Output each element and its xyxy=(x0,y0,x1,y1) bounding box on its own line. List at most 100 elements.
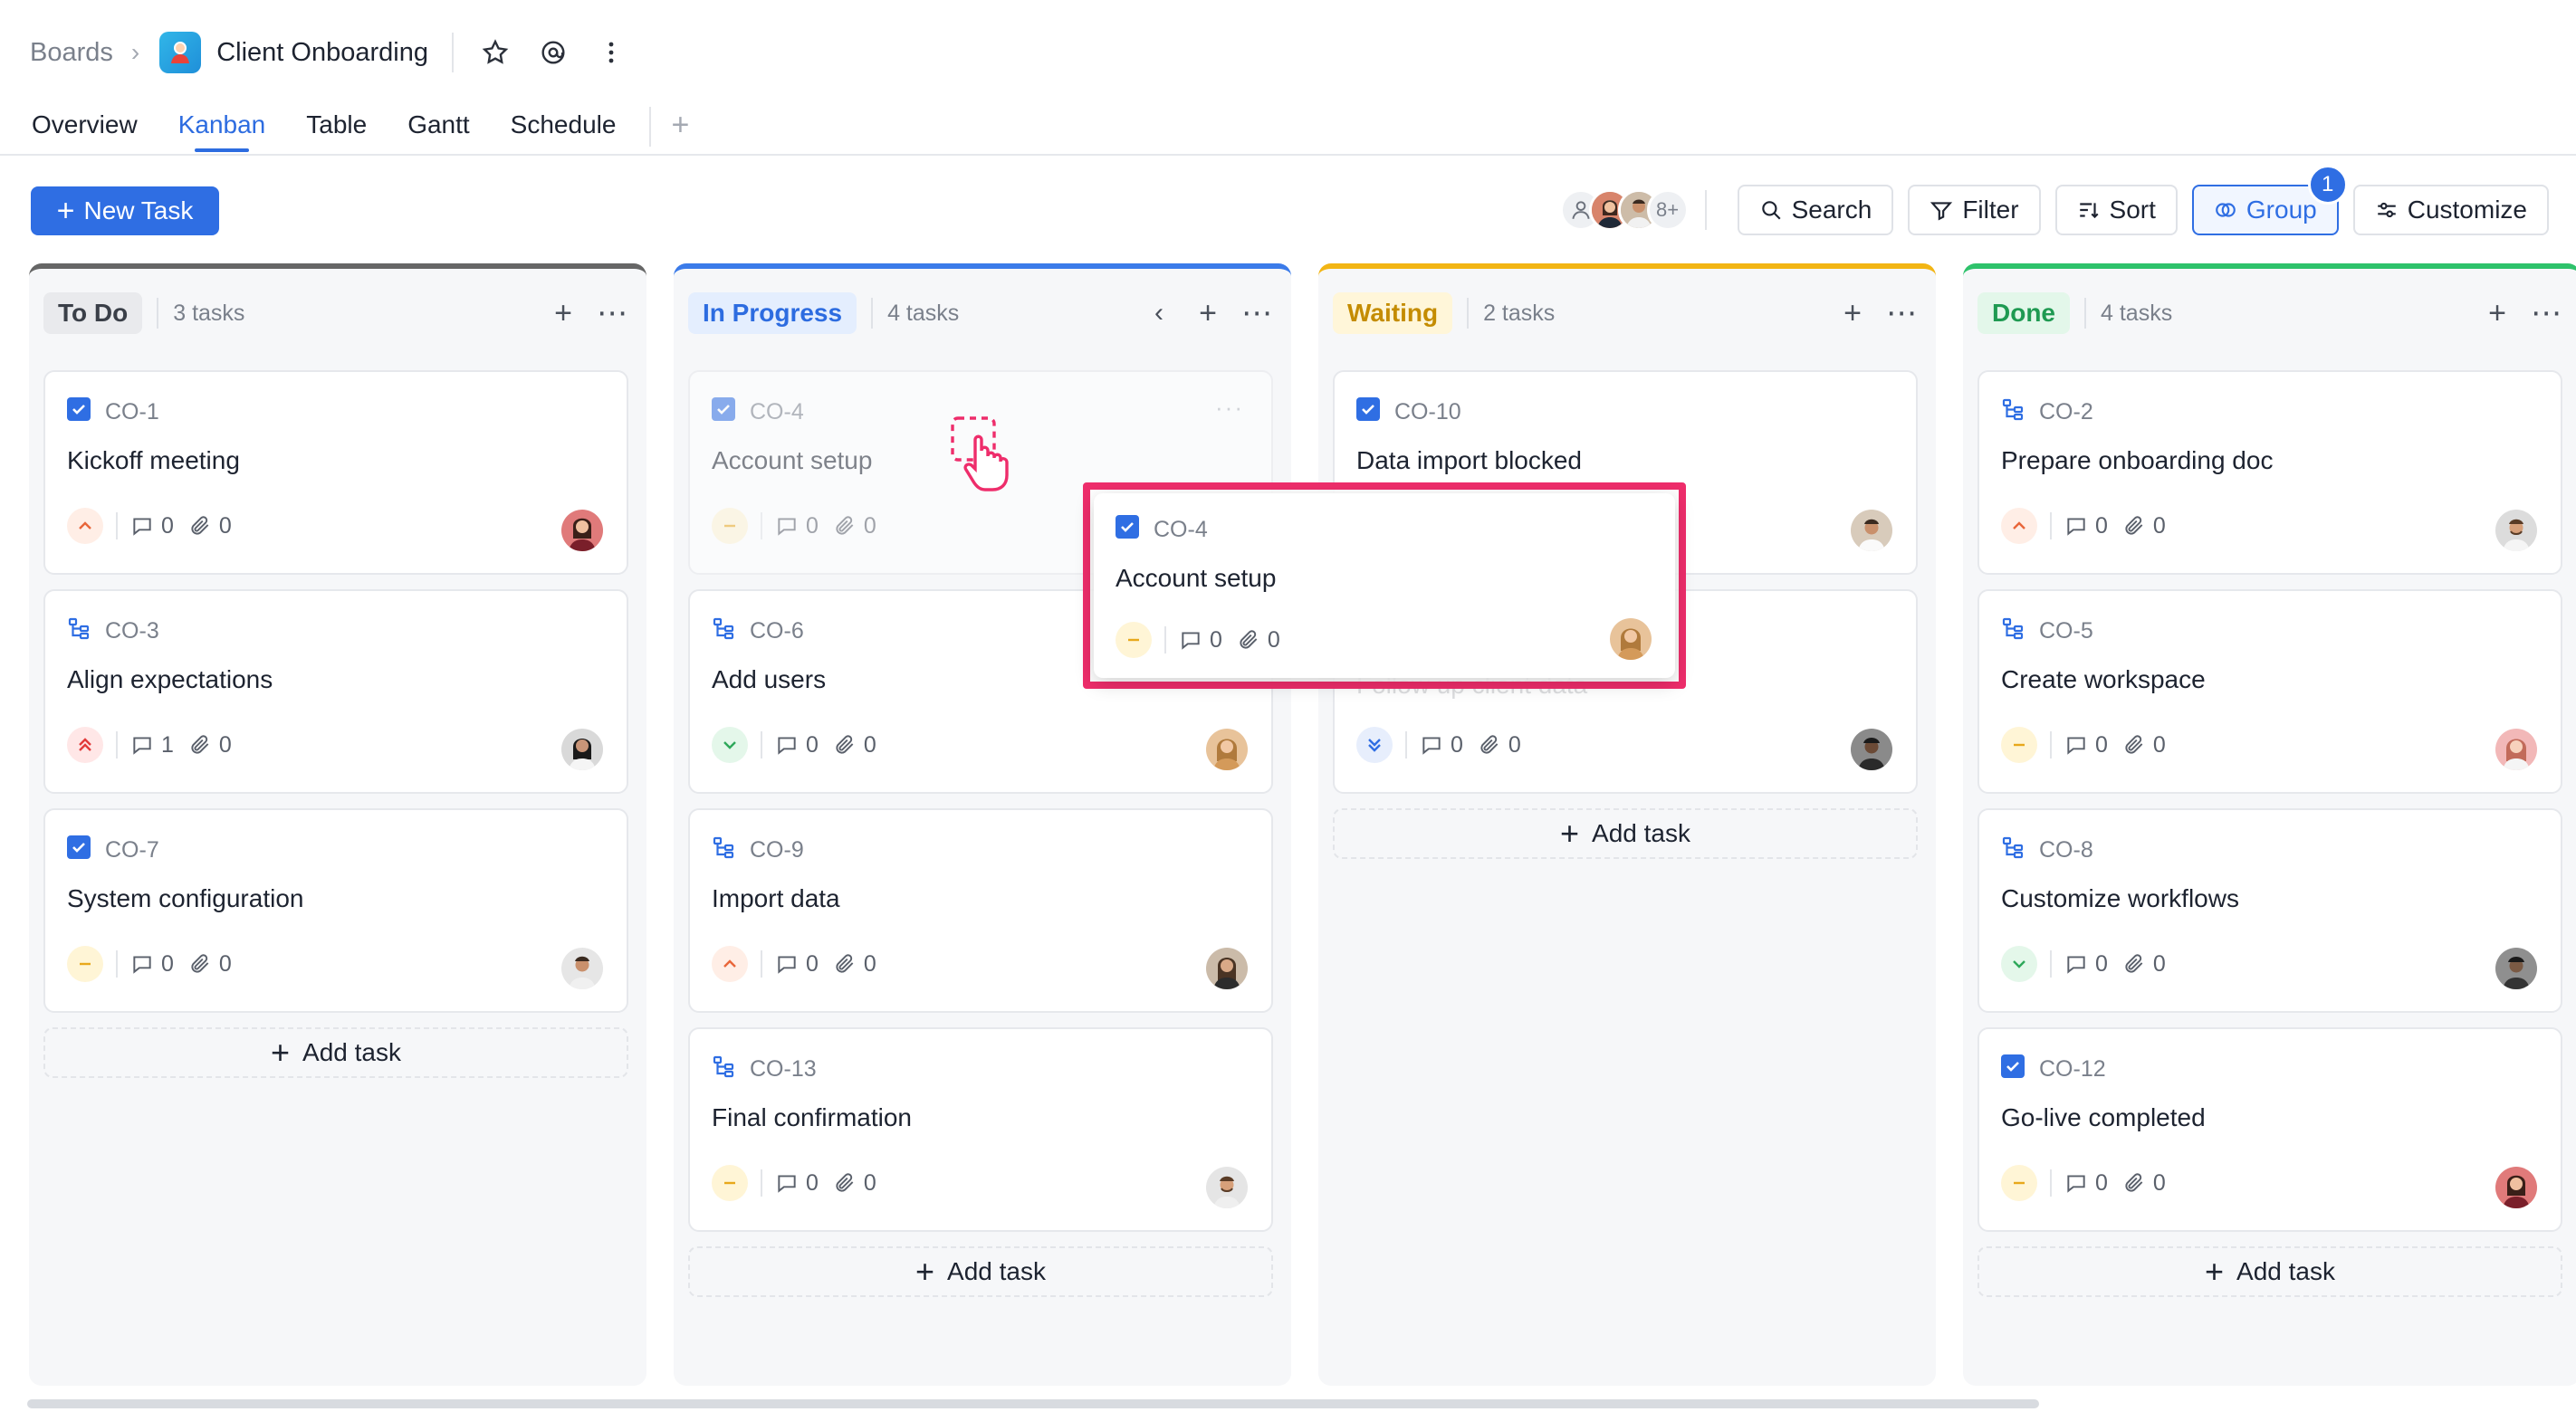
attachment-count: 0 xyxy=(1508,731,1521,758)
chevron-left-icon[interactable]: ‹ xyxy=(1139,293,1179,333)
more-horizontal-icon[interactable]: ⋯ xyxy=(1882,293,1921,333)
add-task-button[interactable]: + Add task xyxy=(1333,808,1918,859)
assignee-avatar[interactable] xyxy=(561,510,603,551)
task-card[interactable]: CO-7 System configuration 0 0 xyxy=(43,808,628,1013)
divider xyxy=(761,512,762,539)
add-task-button[interactable]: + Add task xyxy=(1977,1246,2562,1297)
watch-icon[interactable] xyxy=(535,34,571,71)
sort-icon xyxy=(2079,203,2099,219)
add-task-label: Add task xyxy=(1592,819,1690,847)
task-card[interactable]: CO-8 Customize workflows 0 0 xyxy=(1977,808,2562,1013)
tab-table[interactable]: Table xyxy=(306,107,367,154)
assignee-avatar[interactable] xyxy=(2495,1167,2537,1208)
priority-urgent-icon xyxy=(67,727,103,763)
column-header: Waiting 2 tasks + ⋯ xyxy=(1333,291,1921,336)
assignee-avatar[interactable] xyxy=(1851,729,1892,770)
task-id: CO-13 xyxy=(750,1056,817,1082)
breadcrumb-boards-link[interactable]: Boards xyxy=(30,38,113,68)
comment-icon xyxy=(133,518,151,536)
star-icon[interactable] xyxy=(477,34,513,71)
more-horizontal-icon[interactable]: ⋯ xyxy=(1237,293,1277,333)
add-view-icon[interactable]: + xyxy=(671,107,689,143)
search-icon xyxy=(1761,201,1781,220)
task-card[interactable]: CO-5 Create workspace 0 0 xyxy=(1977,589,2562,794)
column-title: Waiting xyxy=(1333,292,1453,334)
comment-count: 0 xyxy=(806,731,819,758)
task-id: CO-9 xyxy=(750,837,804,863)
filter-label: Filter xyxy=(1962,196,2019,224)
more-vertical-icon[interactable] xyxy=(593,34,629,71)
new-task-button[interactable]: + New Task xyxy=(31,186,219,235)
assignee-avatar[interactable] xyxy=(2495,948,2537,989)
comment-icon xyxy=(2067,1175,2085,1193)
subtask-icon xyxy=(2001,397,2025,427)
assignee-avatar[interactable] xyxy=(1851,510,1892,551)
horizontal-scrollbar[interactable] xyxy=(27,1399,2039,1408)
priority-lowest-icon xyxy=(1356,727,1393,763)
search-label: Search xyxy=(1791,196,1872,224)
task-id: CO-8 xyxy=(2039,837,2093,863)
customize-button[interactable]: Customize xyxy=(2352,185,2549,235)
attachment-icon xyxy=(2125,735,2143,754)
task-title: Prepare onboarding doc xyxy=(2001,446,2274,474)
divider xyxy=(1704,190,1707,230)
assignee-avatar[interactable] xyxy=(2495,510,2537,551)
view-tabs: Overview Kanban Table Gantt Schedule + xyxy=(32,107,689,157)
comment-count: 0 xyxy=(161,512,174,539)
divider xyxy=(116,731,118,758)
task-card[interactable]: CO-12 Go-live completed 0 0 xyxy=(1977,1027,2562,1232)
task-card[interactable]: CO-3 Align expectations 1 0 xyxy=(43,589,628,794)
plus-icon: + xyxy=(1560,815,1580,852)
group-button[interactable]: Group 1 xyxy=(2191,165,2348,235)
divider xyxy=(2050,731,2052,758)
add-task-icon[interactable]: + xyxy=(543,293,583,333)
tab-schedule[interactable]: Schedule xyxy=(511,107,617,154)
assignee-avatar[interactable] xyxy=(561,948,603,989)
column-task-count: 2 tasks xyxy=(1483,300,1556,326)
search-button[interactable]: Search xyxy=(1737,185,1894,235)
task-checkbox-icon xyxy=(1356,397,1380,427)
tab-gantt[interactable]: Gantt xyxy=(407,107,469,154)
task-checkbox-icon xyxy=(67,397,91,427)
divider xyxy=(2050,1169,2052,1197)
task-card[interactable]: CO-13 Final confirmation 0 0 xyxy=(688,1027,1273,1232)
more-horizontal-icon[interactable]: ⋯ xyxy=(2526,293,2566,333)
priority-high-icon xyxy=(712,946,748,982)
add-task-button[interactable]: + Add task xyxy=(688,1246,1273,1297)
assignee-avatar[interactable] xyxy=(1610,618,1652,660)
assignee-avatar[interactable] xyxy=(2495,729,2537,770)
comment-icon xyxy=(2067,956,2085,974)
tab-overview[interactable]: Overview xyxy=(32,107,138,154)
column-title: To Do xyxy=(43,292,143,334)
filter-button[interactable]: Filter xyxy=(1908,185,2041,235)
tab-kanban[interactable]: Kanban xyxy=(178,107,265,154)
assignee-avatar[interactable] xyxy=(1206,948,1248,989)
add-task-button[interactable]: + Add task xyxy=(43,1027,628,1078)
divider xyxy=(761,731,762,758)
divider xyxy=(649,107,652,147)
comment-icon xyxy=(2067,518,2085,536)
priority-medium-icon xyxy=(67,946,103,982)
attachment-icon xyxy=(836,516,854,535)
add-task-icon[interactable]: + xyxy=(1833,293,1872,333)
sort-button[interactable]: Sort xyxy=(2054,185,2178,235)
assignee-avatar[interactable] xyxy=(561,729,603,770)
column-waiting: Waiting 2 tasks + ⋯ CO-10 Data import bl… xyxy=(1318,263,1936,1386)
sliders-icon xyxy=(2377,202,2396,218)
task-title: System configuration xyxy=(67,884,304,912)
task-card[interactable]: CO-2 Prepare onboarding doc 0 0 xyxy=(1977,370,2562,575)
more-horizontal-icon[interactable]: ··· xyxy=(1215,394,1244,422)
add-task-icon[interactable]: + xyxy=(1188,293,1228,333)
assignee-avatar[interactable] xyxy=(1206,1167,1248,1208)
task-card[interactable]: CO-9 Import data 0 0 xyxy=(688,808,1273,1013)
divider xyxy=(2084,298,2086,329)
task-card[interactable]: CO-1 Kickoff meeting 0 0 xyxy=(43,370,628,575)
assignee-avatar[interactable] xyxy=(1206,729,1248,770)
member-avatars[interactable]: 8+ xyxy=(1559,189,1689,231)
add-task-icon[interactable]: + xyxy=(2477,293,2517,333)
dragged-task-card[interactable]: CO-4 Account setup 0 0 xyxy=(1094,493,1675,678)
task-id: CO-10 xyxy=(1394,399,1461,425)
more-horizontal-icon[interactable]: ⋯ xyxy=(592,293,632,333)
attachment-count: 0 xyxy=(218,950,232,977)
plus-icon: + xyxy=(915,1253,935,1290)
